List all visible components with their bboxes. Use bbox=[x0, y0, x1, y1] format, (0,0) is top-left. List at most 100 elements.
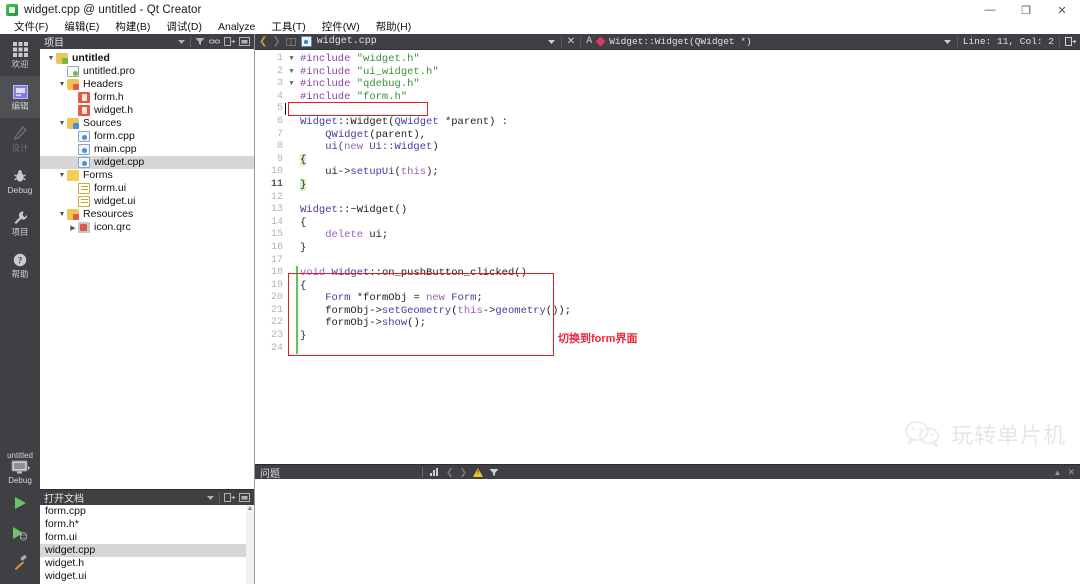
tree-item-Resources[interactable]: ▼ Resources bbox=[40, 208, 254, 221]
code-line[interactable]: Widget::~Widget() bbox=[300, 204, 1080, 217]
tree-item-main-cpp[interactable]: main.cpp bbox=[40, 143, 254, 156]
code-line[interactable]: #include "qdebug.h" bbox=[300, 78, 1080, 91]
split-right-icon[interactable] bbox=[1065, 37, 1076, 46]
mode-欢迎[interactable]: 欢迎 bbox=[0, 34, 40, 76]
build-button[interactable] bbox=[0, 548, 40, 578]
code-line[interactable]: { bbox=[300, 153, 1080, 167]
chevron-down-icon[interactable] bbox=[547, 37, 556, 46]
mode-项目[interactable]: 项目 bbox=[0, 202, 40, 244]
menu-widgets[interactable]: 控件(W) bbox=[314, 20, 368, 34]
tree-item-form-h[interactable]: form.h bbox=[40, 91, 254, 104]
line-col-indicator[interactable]: Line: 11, Col: 2 bbox=[963, 36, 1054, 47]
code-line[interactable]: { bbox=[300, 280, 1080, 293]
menu-tools[interactable]: 工具(T) bbox=[263, 20, 313, 34]
open-doc-item[interactable]: widget.cpp bbox=[40, 544, 254, 557]
code-line[interactable] bbox=[300, 343, 1080, 356]
split-icon[interactable] bbox=[285, 37, 296, 47]
open-doc-item[interactable]: form.cpp bbox=[40, 505, 254, 518]
editor-filename[interactable]: widget.cpp bbox=[317, 36, 377, 47]
expand-icon[interactable] bbox=[224, 493, 235, 502]
open-doc-item[interactable]: widget.h bbox=[40, 557, 254, 570]
issues-list[interactable] bbox=[255, 479, 1080, 584]
scroll-up-icon[interactable]: ▲ bbox=[246, 505, 254, 513]
mode-编辑[interactable]: 编辑 bbox=[0, 76, 40, 118]
open-doc-item[interactable]: widget.ui bbox=[40, 570, 254, 583]
collapse-panel-icon[interactable]: ▲ bbox=[1054, 468, 1062, 477]
chevron-down-icon[interactable]: ▼ bbox=[57, 81, 67, 88]
close-panel-icon[interactable]: ✕ bbox=[1067, 467, 1075, 478]
chevron-down-icon[interactable] bbox=[177, 37, 186, 46]
code-line[interactable]: ui->setupUi(this); bbox=[300, 166, 1080, 179]
nav-back-icon[interactable]: ❮ bbox=[259, 36, 267, 47]
prev-icon[interactable]: ❮ bbox=[446, 467, 454, 478]
fold-toggle-icon[interactable]: ▼ bbox=[287, 66, 296, 79]
close-button[interactable]: ✕ bbox=[1044, 0, 1080, 20]
filter-icon[interactable] bbox=[489, 468, 499, 477]
code-line[interactable]: void Widget::on_pushButton_clicked() bbox=[300, 267, 1080, 280]
collapse-icon[interactable] bbox=[239, 493, 250, 502]
code-editor[interactable]: 1 2 3 4 5 6 7 8 9 10 11 12 13 14 15 16 17 18 19 20 21 22 23 24 … bbox=[255, 50, 1080, 464]
code-line[interactable]: { bbox=[300, 217, 1080, 230]
editor-symbol[interactable]: Widget::Widget(QWidget *) bbox=[609, 36, 752, 47]
tree-item-Sources[interactable]: ▼ Sources bbox=[40, 117, 254, 130]
code-line[interactable]: formObj->show(); bbox=[300, 317, 1080, 330]
run-button[interactable] bbox=[0, 488, 40, 518]
project-tree[interactable]: ▼ untitled untitled.pro ▼ Headers form.h widge… bbox=[40, 49, 254, 489]
open-doc-item[interactable]: form.h* bbox=[40, 518, 254, 531]
tree-item-untitled[interactable]: ▼ untitled bbox=[40, 52, 254, 65]
menu-file[interactable]: 文件(F) bbox=[6, 20, 56, 34]
expand-icon[interactable] bbox=[224, 37, 235, 46]
menu-debug[interactable]: 调试(D) bbox=[158, 20, 210, 34]
collapse-icon[interactable] bbox=[239, 37, 250, 46]
sort-icon[interactable] bbox=[429, 467, 440, 477]
chevron-down-icon[interactable]: ▼ bbox=[57, 172, 67, 179]
chevron-down-icon[interactable]: ▼ bbox=[57, 120, 67, 127]
code-line[interactable] bbox=[300, 192, 1080, 205]
code-line[interactable]: ui(new Ui::Widget) bbox=[300, 141, 1080, 154]
open-documents-scrollbar[interactable]: ▲ bbox=[246, 505, 254, 584]
code-line[interactable] bbox=[300, 255, 1080, 268]
code-line[interactable]: Form *formObj = new Form; bbox=[300, 292, 1080, 305]
menu-help[interactable]: 帮助(H) bbox=[368, 20, 420, 34]
menu-build[interactable]: 构建(B) bbox=[107, 20, 158, 34]
open-doc-item[interactable]: form.ui bbox=[40, 531, 254, 544]
minimize-button[interactable]: — bbox=[972, 0, 1008, 20]
tree-item-icon-qrc[interactable]: ▶ icon.qrc bbox=[40, 221, 254, 234]
tree-item-untitled-pro[interactable]: untitled.pro bbox=[40, 65, 254, 78]
code-line[interactable]: formObj->setGeometry(this->geometry()); bbox=[300, 305, 1080, 318]
code-line[interactable]: QWidget(parent), bbox=[300, 129, 1080, 142]
tree-item-Headers[interactable]: ▼ Headers bbox=[40, 78, 254, 91]
code-line[interactable]: #include "ui_widget.h" bbox=[300, 66, 1080, 79]
tree-item-form-cpp[interactable]: form.cpp bbox=[40, 130, 254, 143]
menu-analyze[interactable]: Analyze bbox=[210, 20, 263, 34]
mode-帮助[interactable]: ? 帮助 bbox=[0, 244, 40, 286]
code-line[interactable]: } bbox=[300, 242, 1080, 255]
code-text-area[interactable]: #include "widget.h" #include "ui_widget.h… bbox=[296, 50, 1080, 464]
chevron-down-icon[interactable] bbox=[943, 37, 952, 46]
link-icon[interactable] bbox=[209, 37, 220, 46]
chevron-down-icon[interactable] bbox=[206, 493, 215, 502]
chevron-down-icon[interactable]: ▼ bbox=[57, 211, 67, 218]
fold-column[interactable]: ▼ ▼ ▼ bbox=[287, 50, 296, 464]
fold-toggle-icon[interactable]: ▼ bbox=[287, 53, 296, 66]
fold-toggle-icon[interactable]: ▼ bbox=[287, 78, 296, 91]
close-icon[interactable]: ✕ bbox=[567, 36, 575, 47]
next-icon[interactable]: ❯ bbox=[460, 467, 468, 478]
tree-item-widget-cpp[interactable]: widget.cpp bbox=[40, 156, 254, 169]
code-line[interactable]: } bbox=[300, 178, 1080, 192]
tree-item-form-ui[interactable]: form.ui bbox=[40, 182, 254, 195]
kit-selector-button[interactable]: untitled Debug bbox=[0, 447, 40, 488]
tree-item-widget-ui[interactable]: widget.ui bbox=[40, 195, 254, 208]
chevron-right-icon[interactable]: ▶ bbox=[68, 224, 78, 232]
nav-forward-icon[interactable]: ❯ bbox=[272, 36, 280, 47]
filter-icon[interactable] bbox=[195, 37, 205, 46]
debug-button[interactable] bbox=[0, 518, 40, 548]
code-line[interactable] bbox=[300, 103, 1080, 116]
code-line[interactable]: } bbox=[300, 330, 1080, 343]
warning-icon[interactable] bbox=[473, 467, 484, 477]
menu-edit[interactable]: 编辑(E) bbox=[56, 20, 107, 34]
code-line[interactable]: #include "form.h" bbox=[300, 91, 1080, 104]
mode-设计[interactable]: 设计 bbox=[0, 118, 40, 160]
open-documents-list[interactable]: ▲ form.cpp form.h* form.ui widget.cpp widget… bbox=[40, 505, 254, 584]
code-line[interactable]: Widget::Widget(QWidget *parent) : bbox=[300, 116, 1080, 129]
